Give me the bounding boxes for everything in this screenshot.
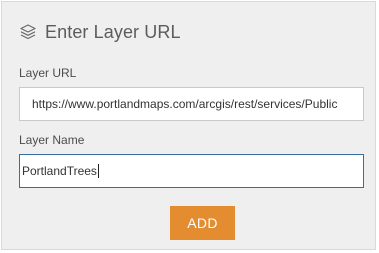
- layer-name-input[interactable]: PortlandTrees: [19, 154, 364, 188]
- panel-header: Enter Layer URL: [19, 20, 181, 44]
- layers-icon: [19, 23, 37, 41]
- add-button[interactable]: ADD: [170, 206, 235, 240]
- layer-url-value: https://www.portlandmaps.com/arcgis/rest…: [32, 97, 338, 111]
- layer-url-input[interactable]: https://www.portlandmaps.com/arcgis/rest…: [19, 87, 364, 121]
- layer-name-value: PortlandTrees: [22, 164, 97, 178]
- layer-url-label: Layer URL: [19, 66, 77, 80]
- panel-title: Enter Layer URL: [45, 21, 181, 42]
- layer-name-label: Layer Name: [19, 133, 85, 147]
- text-caret: [97, 164, 99, 178]
- enter-layer-url-panel: Enter Layer URL Layer URL https://www.po…: [1, 1, 376, 250]
